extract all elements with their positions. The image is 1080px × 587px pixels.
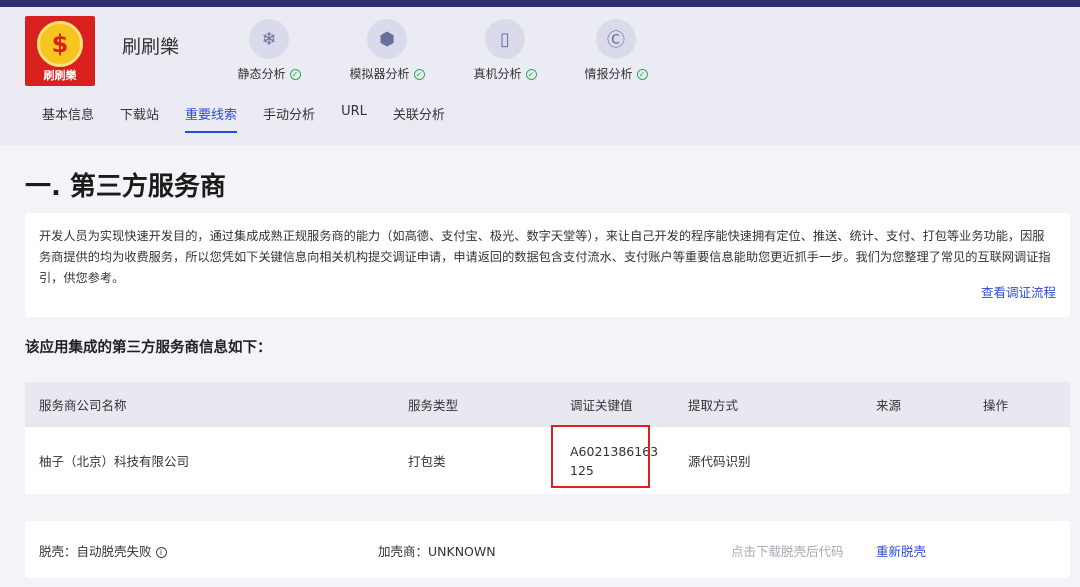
tab-url[interactable]: URL — [341, 104, 367, 133]
emulator-analysis[interactable]: ⬢ 模拟器分析 ✓ — [332, 19, 442, 82]
coin-icon: $ — [37, 21, 83, 67]
tab-download-site[interactable]: 下载站 — [120, 104, 159, 133]
intel-analysis[interactable]: Ⓒ 情报分析 ✓ — [561, 19, 671, 82]
logo-text: 刷刷樂 — [43, 69, 77, 82]
cell-type: 打包类 — [408, 454, 446, 469]
app-header: $ 刷刷樂 刷刷樂 ❄ 静态分析 ✓ ⬢ 模拟器分析 ✓ ▯ 真机分析 ✓ Ⓒ 情报分… — [0, 7, 1080, 145]
snowflake-icon: ❄ — [249, 19, 289, 59]
header-company: 服务商公司名称 — [39, 398, 127, 413]
app-logo: $ 刷刷樂 — [25, 16, 95, 86]
highlight-box — [551, 425, 650, 488]
device-analysis[interactable]: ▯ 真机分析 ✓ — [450, 19, 560, 82]
unpack-status: 脱壳：自动脱壳失败 i — [39, 541, 167, 560]
section-subtitle: 该应用集成的第三方服务商信息如下： — [25, 340, 272, 356]
intel-analysis-label: 情报分析 — [584, 67, 633, 81]
tab-basic-info[interactable]: 基本信息 — [42, 104, 94, 133]
unpack-bar: 脱壳：自动脱壳失败 i 加壳商：UNKNOWN 点击下载脱壳后代码 重新脱壳 — [25, 521, 1070, 578]
tab-related-analysis[interactable]: 关联分析 — [393, 104, 445, 133]
header-method: 提取方式 — [688, 398, 739, 413]
unpack-status-text: 脱壳：自动脱壳失败 — [39, 544, 152, 559]
tab-key-clues[interactable]: 重要线索 — [185, 104, 238, 133]
cell-method: 源代码识别 — [688, 454, 751, 469]
retry-unpack-button[interactable]: 重新脱壳 — [876, 541, 926, 560]
section-title: 一. 第三方服务商 — [25, 172, 226, 202]
static-analysis-label: 静态分析 — [237, 67, 286, 81]
packer-info: 加壳商：UNKNOWN — [378, 544, 496, 559]
table-row: 柚子（北京）科技有限公司 打包类 A6021386163 125 源代码识别 — [25, 427, 1070, 494]
check-icon: ✓ — [525, 69, 537, 80]
header-action: 操作 — [983, 398, 1009, 413]
header-type: 服务类型 — [408, 398, 459, 413]
check-icon: ✓ — [413, 69, 425, 80]
cube-icon: ⬢ — [367, 19, 407, 59]
download-unpacked-link[interactable]: 点击下载脱壳后代码 — [731, 541, 844, 560]
header-source: 来源 — [876, 398, 902, 413]
device-analysis-label: 真机分析 — [473, 67, 522, 81]
check-icon: ✓ — [289, 69, 301, 80]
c-icon: Ⓒ — [596, 19, 636, 59]
top-bar — [0, 0, 1080, 7]
view-process-link[interactable]: 查看调证流程 — [981, 282, 1056, 303]
check-icon: ✓ — [636, 69, 648, 80]
app-name: 刷刷樂 — [122, 36, 180, 58]
tab-manual-analysis[interactable]: 手动分析 — [263, 104, 315, 133]
static-analysis[interactable]: ❄ 静态分析 ✓ — [214, 19, 324, 82]
tab-bar: 基本信息 下载站 重要线索 手动分析 URL 关联分析 — [42, 104, 471, 133]
info-icon[interactable]: i — [155, 547, 167, 558]
description-text: 开发人员为实现快速开发目的，通过集成成熟正规服务商的能力（如高德、支付宝、极光、… — [39, 229, 1051, 285]
header-key: 调证关键值 — [570, 398, 633, 413]
description-box: 开发人员为实现快速开发目的，通过集成成熟正规服务商的能力（如高德、支付宝、极光、… — [25, 213, 1070, 317]
provider-table: 服务商公司名称 服务类型 调证关键值 提取方式 来源 操作 柚子（北京）科技有限… — [25, 382, 1070, 494]
phone-icon: ▯ — [485, 19, 525, 59]
table-header: 服务商公司名称 服务类型 调证关键值 提取方式 来源 操作 — [25, 382, 1070, 427]
emulator-analysis-label: 模拟器分析 — [349, 67, 410, 81]
cell-company: 柚子（北京）科技有限公司 — [39, 454, 190, 469]
